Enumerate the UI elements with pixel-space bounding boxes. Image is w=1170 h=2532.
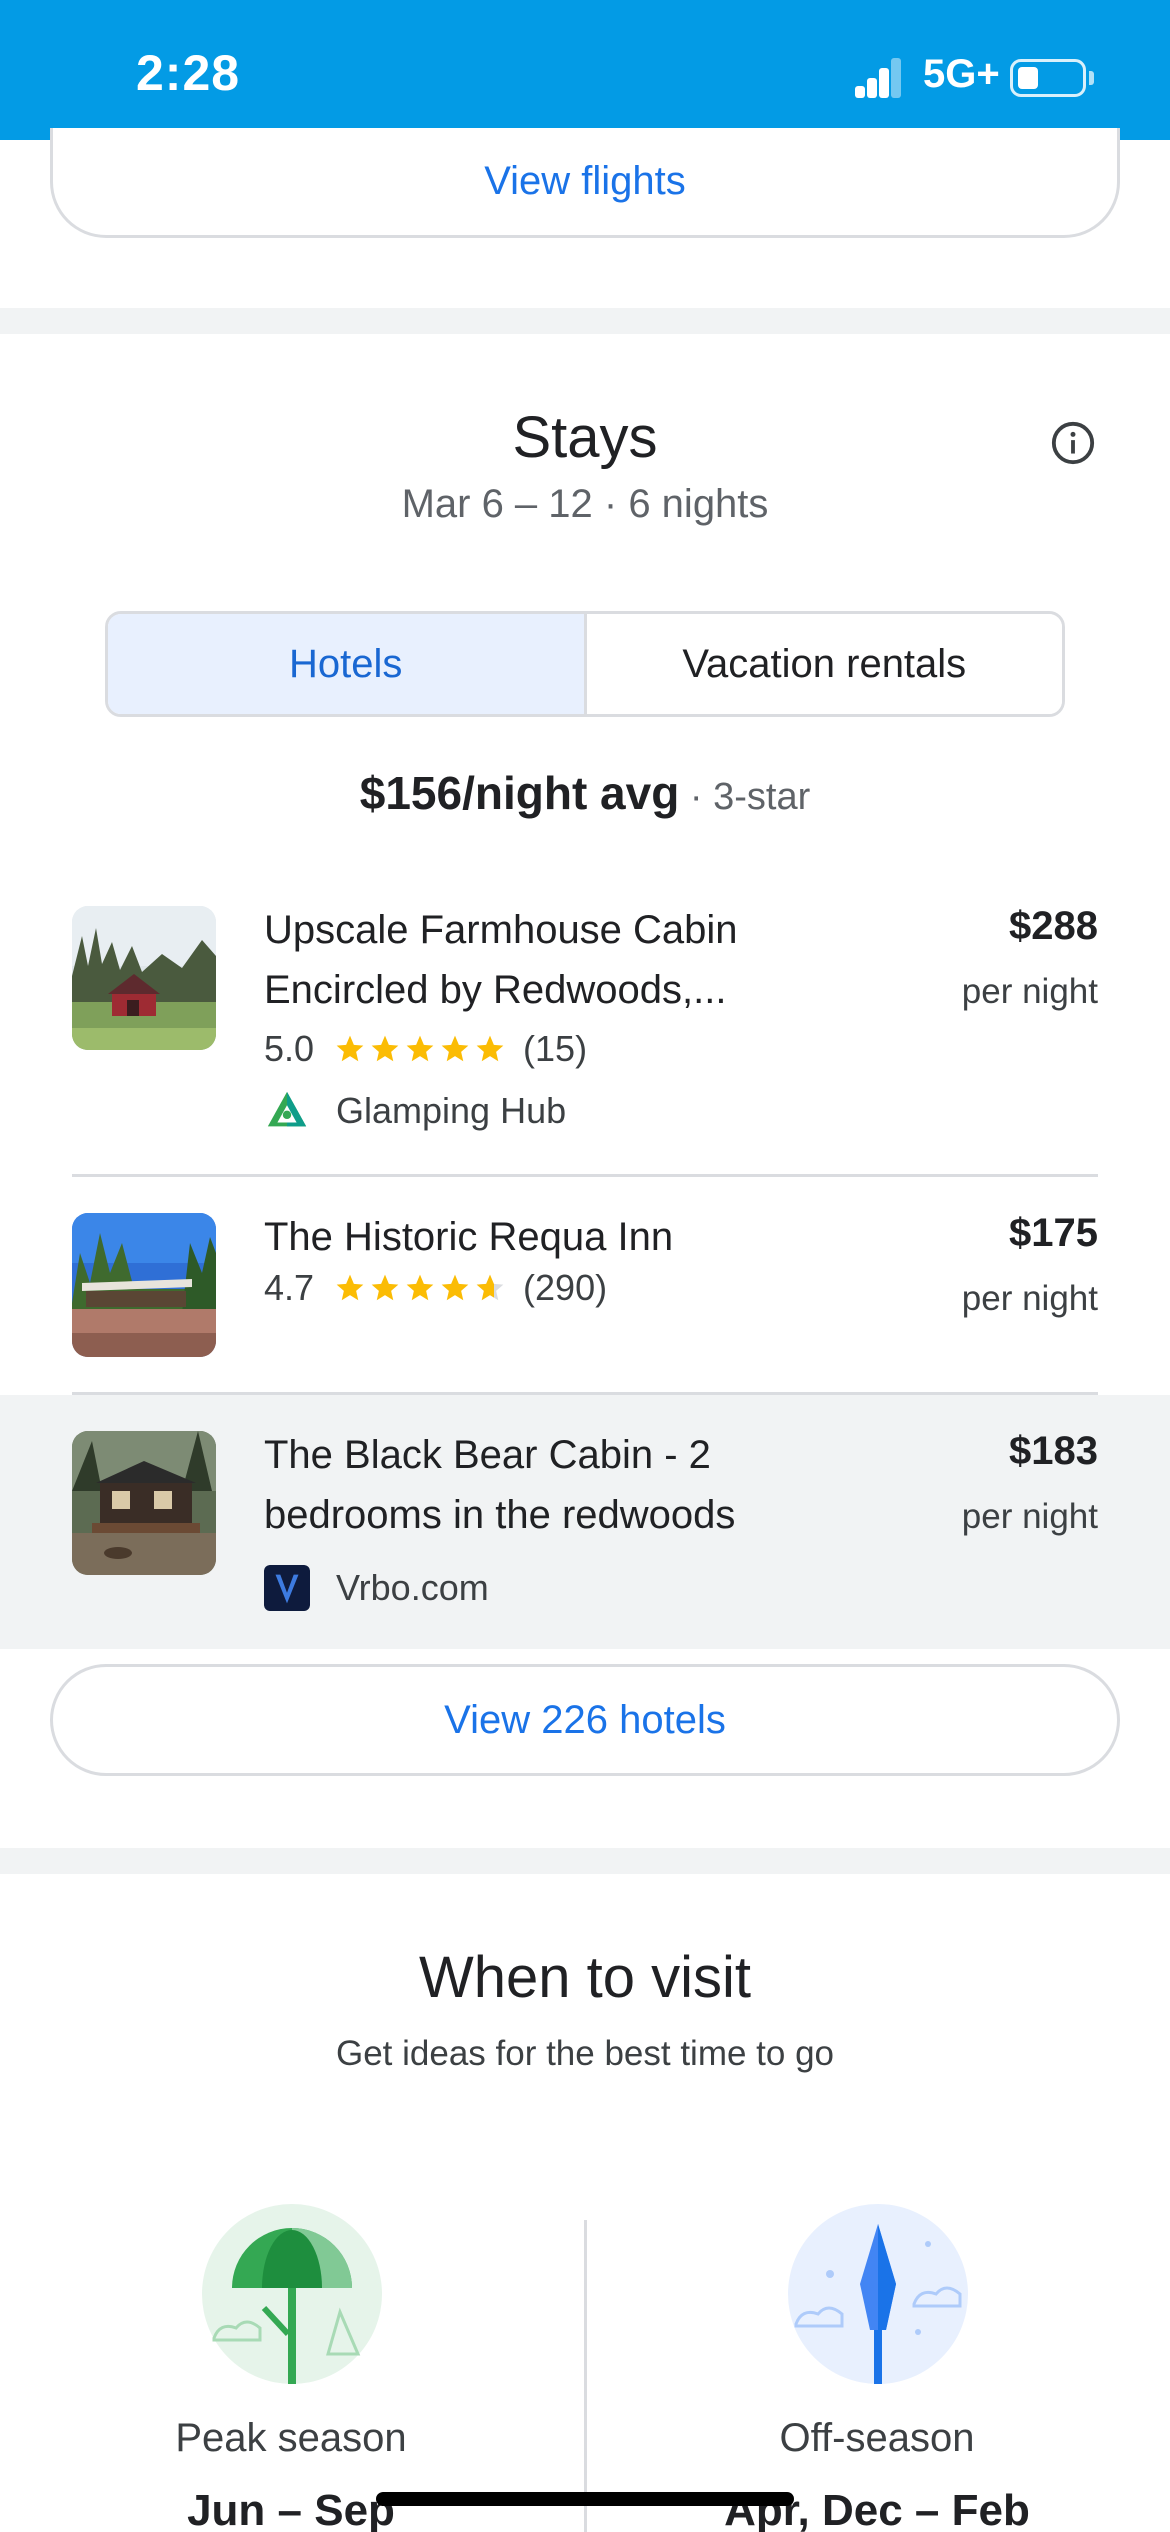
closed-umbrella-icon bbox=[788, 2204, 968, 2384]
review-count: (15) bbox=[523, 1028, 588, 1069]
status-bar: 2:28 5G+ bbox=[0, 0, 1170, 140]
signal-icon bbox=[855, 58, 901, 98]
battery-icon bbox=[1010, 59, 1086, 97]
hotel-row[interactable]: The Black Bear Cabin - 2 bedrooms in the… bbox=[0, 1395, 1170, 1649]
when-to-visit-subtitle: Get ideas for the best time to go bbox=[335, 2034, 835, 2073]
hotel-name: Upscale Farmhouse Cabin Encircled by Red… bbox=[264, 908, 738, 1012]
star-icon bbox=[406, 1035, 434, 1062]
hotel-photo bbox=[72, 1431, 216, 1575]
hotel-rating: 5.0 (15) bbox=[264, 1028, 587, 1070]
section-separator bbox=[0, 1848, 1170, 1874]
provider-name: Vrbo.com bbox=[336, 1567, 489, 1608]
hotel-row[interactable]: Upscale Farmhouse Cabin Encircled by Red… bbox=[0, 880, 1170, 1176]
star-icon bbox=[441, 1274, 469, 1301]
view-hotels-button[interactable]: View 226 hotels bbox=[50, 1664, 1120, 1776]
season-divider bbox=[584, 2220, 587, 2532]
star-half-icon bbox=[476, 1274, 504, 1301]
view-flights-button[interactable]: View flights bbox=[50, 128, 1120, 238]
peak-season-label: Peak season bbox=[175, 2416, 407, 2460]
umbrella-icon bbox=[202, 2204, 382, 2384]
status-time: 2:28 bbox=[136, 45, 241, 101]
glamping-hub-logo-icon bbox=[267, 1091, 307, 1127]
stays-title: Stays bbox=[512, 405, 658, 470]
star-icon bbox=[441, 1035, 469, 1062]
star-icon bbox=[336, 1035, 364, 1062]
star-rating bbox=[334, 1033, 509, 1065]
hotel-row[interactable]: The Historic Requa Inn 4.7 (290) $175 pe… bbox=[0, 1177, 1170, 1393]
info-icon[interactable] bbox=[1050, 420, 1096, 466]
hotel-name: The Historic Requa Inn bbox=[264, 1215, 674, 1259]
provider: Glamping Hub bbox=[264, 1088, 566, 1134]
price-unit: per night bbox=[961, 1497, 1098, 1536]
hotel-price: $183 bbox=[1009, 1429, 1098, 1473]
average-price: $156/night avg bbox=[359, 767, 680, 819]
provider: Vrbo.com bbox=[264, 1565, 489, 1611]
hotel-rating: 4.7 (290) bbox=[264, 1267, 607, 1309]
hotel-photo bbox=[72, 1213, 216, 1357]
star-icon bbox=[336, 1274, 364, 1301]
price-unit: per night bbox=[961, 1279, 1098, 1318]
star-icon bbox=[371, 1035, 399, 1062]
star-icon bbox=[406, 1274, 434, 1301]
vrbo-logo-icon bbox=[264, 1565, 310, 1611]
home-indicator[interactable] bbox=[376, 2492, 794, 2506]
hotel-price: $288 bbox=[1009, 904, 1098, 948]
when-to-visit-title: When to visit bbox=[419, 1945, 751, 2010]
hotel-photo bbox=[72, 906, 216, 1050]
tab-hotels[interactable]: Hotels bbox=[108, 614, 587, 714]
rating-value: 4.7 bbox=[264, 1267, 315, 1308]
hotel-name: The Black Bear Cabin - 2 bedrooms in the… bbox=[264, 1433, 736, 1537]
network-label: 5G+ bbox=[923, 52, 1000, 96]
star-rating bbox=[334, 1272, 509, 1304]
average-price-line: $156/night avg · 3-star bbox=[0, 766, 1170, 820]
provider-name: Glamping Hub bbox=[336, 1090, 567, 1131]
hotel-price: $175 bbox=[1009, 1211, 1098, 1255]
separator-dot: · bbox=[679, 776, 714, 818]
battery-tip bbox=[1089, 71, 1094, 85]
off-season-label: Off-season bbox=[779, 2416, 975, 2460]
price-unit: per night bbox=[961, 972, 1098, 1011]
review-count: (290) bbox=[523, 1267, 608, 1308]
star-icon bbox=[476, 1035, 504, 1062]
star-icon bbox=[371, 1274, 399, 1301]
stays-dates: Mar 6 – 12 · 6 nights bbox=[401, 482, 769, 526]
section-separator bbox=[0, 308, 1170, 334]
stays-type-toggle: Hotels Vacation rentals bbox=[105, 611, 1065, 717]
rating-value: 5.0 bbox=[264, 1028, 315, 1069]
hotel-class: 3-star bbox=[713, 776, 811, 818]
tab-vacation-rentals[interactable]: Vacation rentals bbox=[586, 614, 1062, 714]
